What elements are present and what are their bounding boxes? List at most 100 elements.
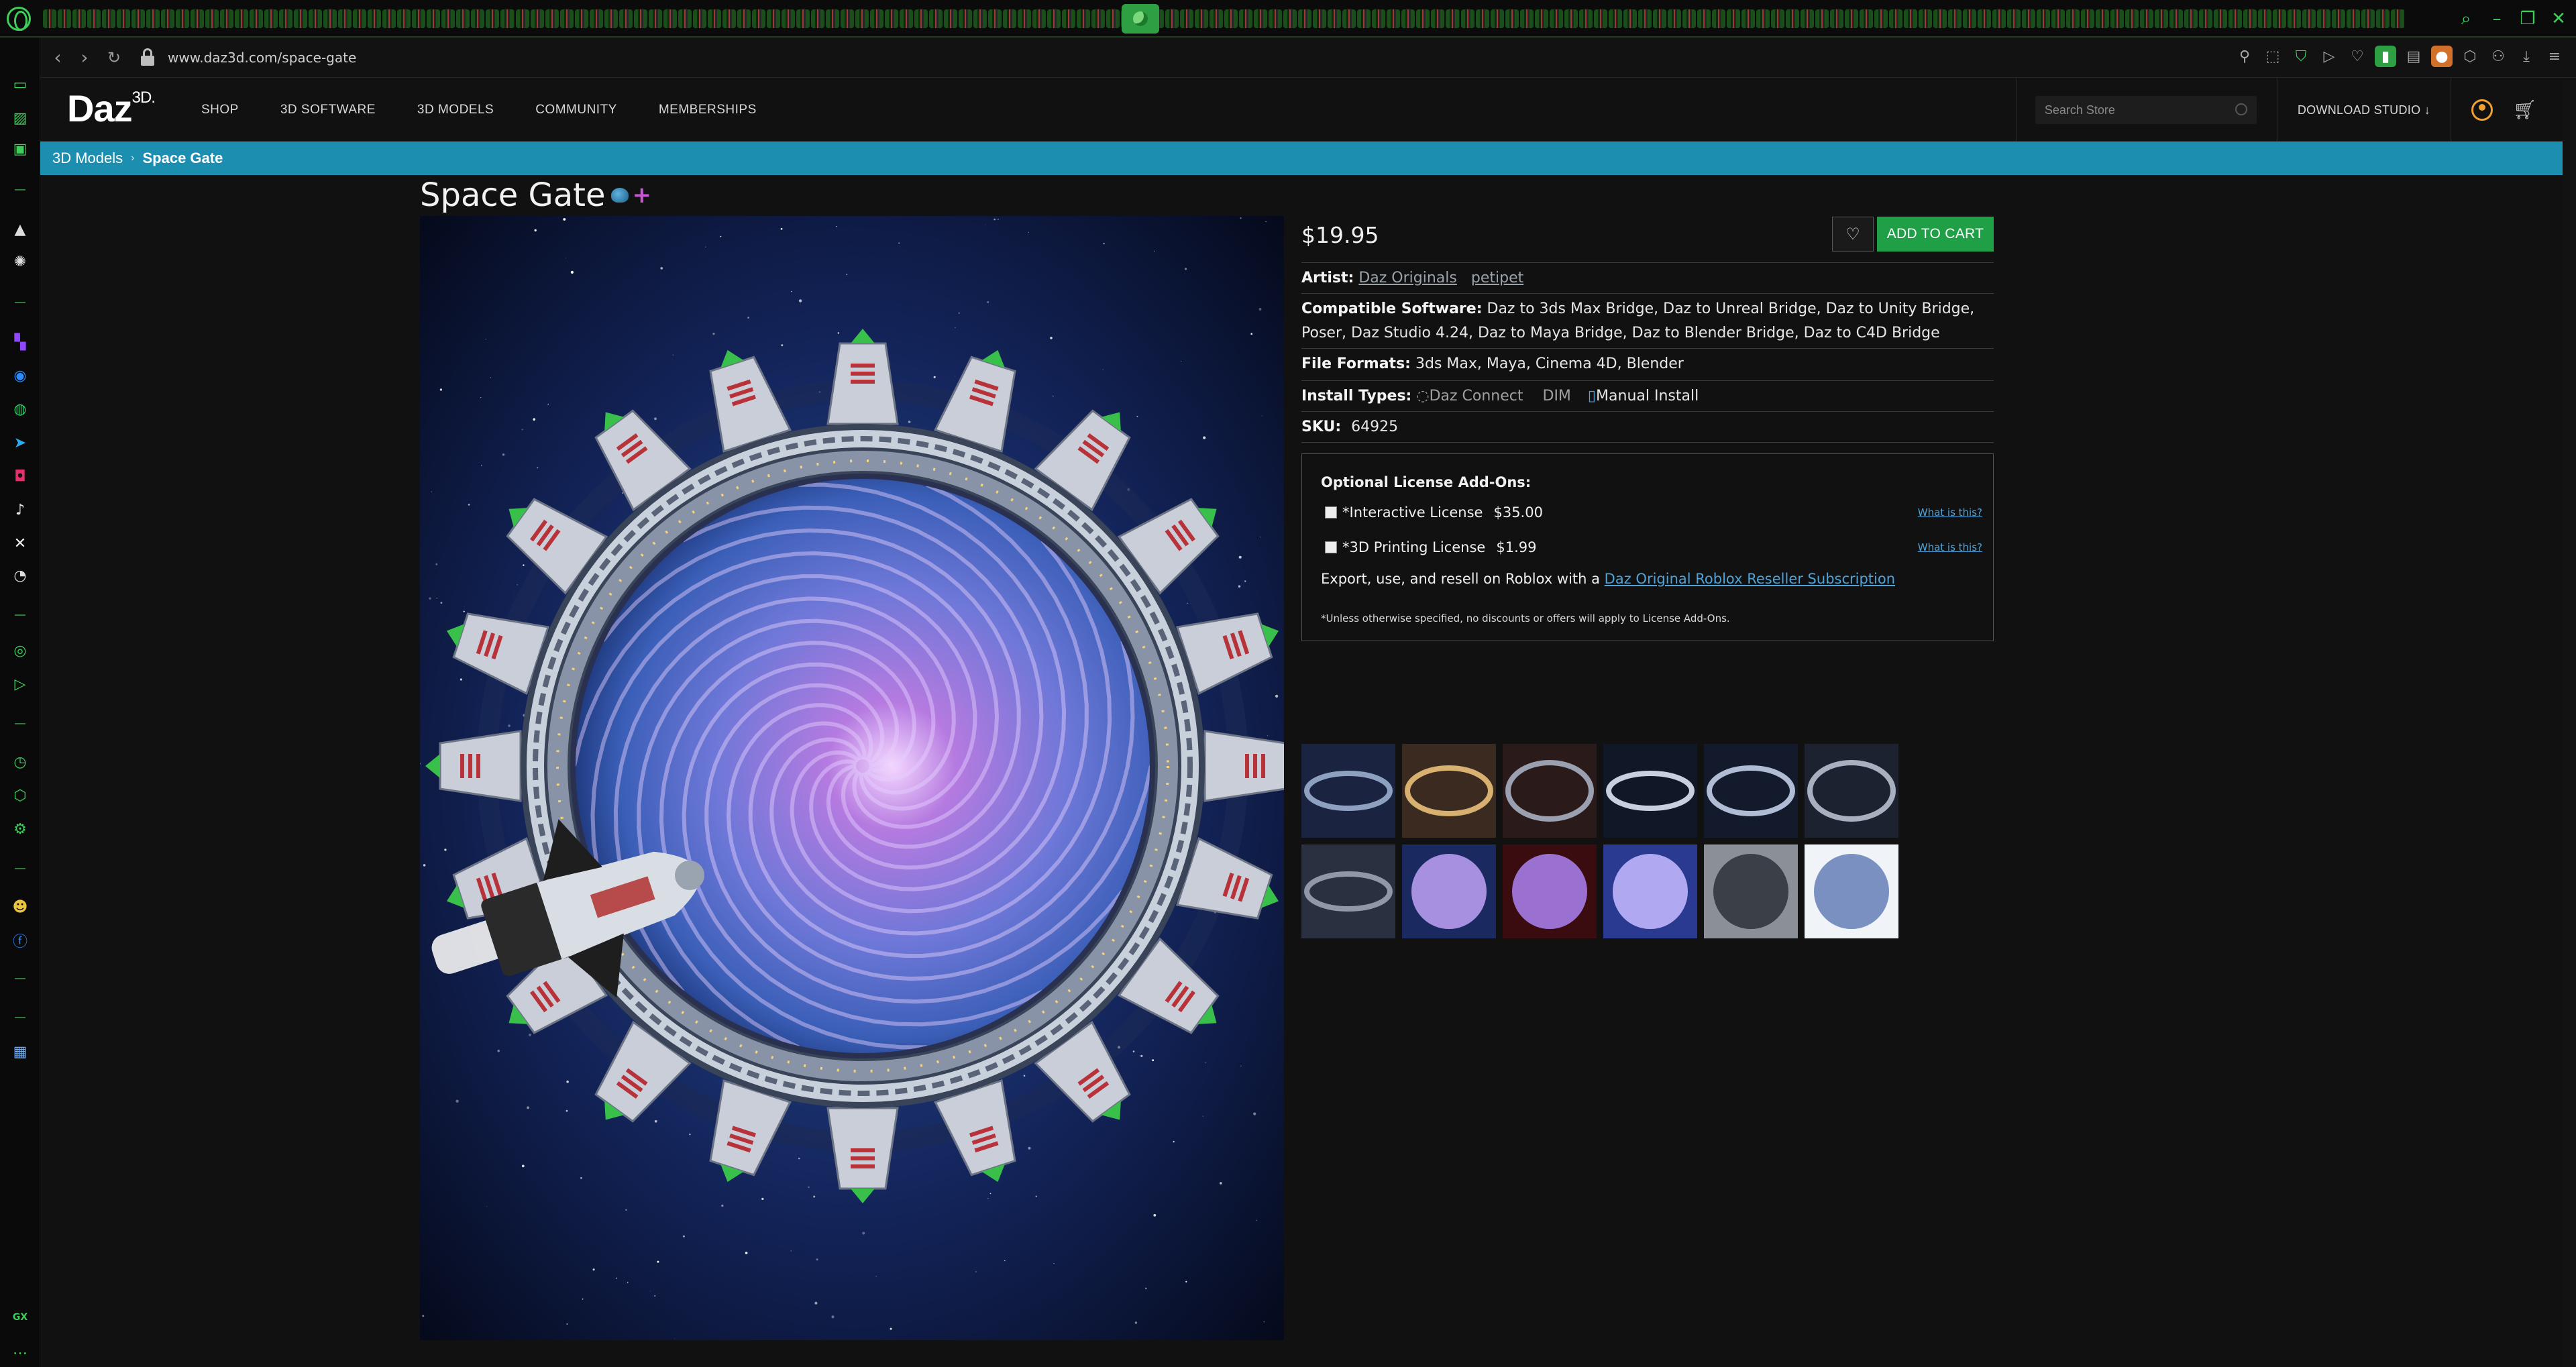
browser-tab[interactable] [1047, 9, 1061, 28]
bookmark-heart-icon[interactable]: ♡ [2347, 46, 2368, 67]
tab-list[interactable] [43, 9, 2404, 28]
browser-tab[interactable] [869, 9, 883, 28]
artist-link-daz-originals[interactable]: Daz Originals [1358, 270, 1457, 286]
browser-tab[interactable] [1756, 9, 1770, 28]
browser-tab[interactable] [1062, 9, 1076, 28]
downloads-icon[interactable]: ⤓ [2516, 46, 2537, 67]
nav-shop[interactable]: SHOP [201, 103, 239, 117]
browser-tab[interactable] [1963, 9, 1977, 28]
browser-tab[interactable] [2184, 9, 2198, 28]
whatsapp-icon[interactable]: ◍ [9, 398, 31, 420]
printing-license-help-link[interactable]: What is this? [1918, 541, 1982, 553]
browser-tab[interactable] [678, 9, 692, 28]
browser-tab[interactable] [2214, 9, 2228, 28]
browser-tab[interactable] [1018, 9, 1032, 28]
browser-tab[interactable] [574, 9, 588, 28]
news-icon[interactable]: ▭ [9, 74, 31, 95]
product-main-image[interactable] [420, 216, 1284, 1340]
browser-tab[interactable] [914, 9, 928, 28]
lock-icon[interactable] [141, 48, 154, 66]
interactive-license-checkbox[interactable] [1325, 506, 1337, 518]
browser-tab[interactable] [338, 9, 352, 28]
messenger-icon[interactable]: ◉ [9, 365, 31, 386]
browser-tab[interactable] [294, 9, 308, 28]
browser-tab[interactable] [250, 9, 264, 28]
browser-tab[interactable] [1638, 9, 1652, 28]
browser-tab[interactable] [692, 9, 706, 28]
browser-tab[interactable] [2229, 9, 2243, 28]
browser-tab[interactable] [810, 9, 824, 28]
profile-icon[interactable]: ⚇ [2487, 46, 2509, 67]
search-tabs-icon[interactable]: ⌕ [2455, 8, 2477, 30]
roblox-subscription-link[interactable]: Daz Original Roblox Reseller Subscriptio… [1605, 571, 1895, 587]
browser-tab[interactable] [412, 9, 426, 28]
browser-tab[interactable] [1505, 9, 1519, 28]
browser-tab[interactable] [131, 9, 146, 28]
download-studio-link[interactable]: DOWNLOAD STUDIO ↓ [2277, 103, 2451, 117]
player-icon[interactable]: ◎ [9, 640, 31, 661]
nav-memberships[interactable]: MEMBERSHIPS [659, 103, 757, 117]
browser-tab[interactable] [2376, 9, 2390, 28]
browser-tab[interactable] [2199, 9, 2213, 28]
add-to-cart-button[interactable]: ADD TO CART [1877, 217, 1994, 252]
calendar-icon[interactable]: ▦ [9, 1041, 31, 1062]
browser-tab[interactable] [1416, 9, 1430, 28]
browser-tab[interactable] [1697, 9, 1711, 28]
browser-tab[interactable] [2051, 9, 2065, 28]
browser-tab[interactable] [530, 9, 544, 28]
browser-tab[interactable] [766, 9, 780, 28]
browser-tab[interactable] [1313, 9, 1327, 28]
nav-community[interactable]: COMMUNITY [535, 103, 617, 117]
browser-tab[interactable] [1387, 9, 1401, 28]
browser-tab[interactable] [353, 9, 367, 28]
product-thumbnail[interactable] [1805, 844, 1898, 938]
browser-tab[interactable] [2096, 9, 2110, 28]
translate-icon[interactable]: ▨ [9, 107, 31, 129]
browser-tab[interactable] [397, 9, 411, 28]
browser-tab[interactable] [1578, 9, 1593, 28]
browser-tab[interactable] [2391, 9, 2404, 28]
browser-tab[interactable] [589, 9, 603, 28]
forward-icon[interactable]: › [72, 46, 97, 70]
browser-tab[interactable] [1844, 9, 1858, 28]
account-icon[interactable] [2471, 99, 2493, 121]
browser-tab[interactable] [2169, 9, 2184, 28]
search-icon[interactable] [2235, 103, 2247, 115]
browser-tab[interactable] [2110, 9, 2125, 28]
snapshot-icon[interactable]: ⬚ [2262, 46, 2284, 67]
browser-tab[interactable] [1903, 9, 1917, 28]
browser-tab[interactable] [633, 9, 647, 28]
browser-tab[interactable] [722, 9, 736, 28]
browser-tab[interactable] [1210, 9, 1224, 28]
product-thumbnail[interactable] [1704, 744, 1798, 838]
browser-tab[interactable] [2140, 9, 2154, 28]
browser-tab[interactable] [1918, 9, 1932, 28]
browser-tab[interactable] [1564, 9, 1578, 28]
browser-tab[interactable] [1800, 9, 1814, 28]
extension-green-icon[interactable]: ▮ [2375, 46, 2396, 67]
x-icon[interactable]: ✕ [9, 533, 31, 554]
browser-tab[interactable] [1549, 9, 1563, 28]
browser-tab[interactable] [1254, 9, 1268, 28]
messages-icon[interactable]: ▣ [9, 138, 31, 160]
browser-tab[interactable] [486, 9, 500, 28]
product-thumbnail[interactable] [1503, 744, 1597, 838]
browser-tab[interactable] [1534, 9, 1548, 28]
browser-tab[interactable] [102, 9, 116, 28]
browser-tab[interactable] [1490, 9, 1504, 28]
browser-tab[interactable] [2332, 9, 2346, 28]
browser-tab[interactable] [1180, 9, 1194, 28]
browser-tab[interactable] [1342, 9, 1356, 28]
browser-tab[interactable] [1593, 9, 1607, 28]
browser-tab[interactable] [943, 9, 957, 28]
browser-tab[interactable] [1224, 9, 1238, 28]
browser-tab[interactable] [825, 9, 839, 28]
product-thumbnail[interactable] [1402, 844, 1496, 938]
browser-tab[interactable] [1077, 9, 1091, 28]
history-icon[interactable]: ◷ [9, 751, 31, 773]
browser-tab[interactable] [1283, 9, 1297, 28]
gx-corner-icon[interactable]: GX [9, 1307, 31, 1328]
browser-tab[interactable] [1475, 9, 1489, 28]
product-thumbnail[interactable] [1603, 844, 1697, 938]
more-icon[interactable]: … [9, 1339, 31, 1360]
